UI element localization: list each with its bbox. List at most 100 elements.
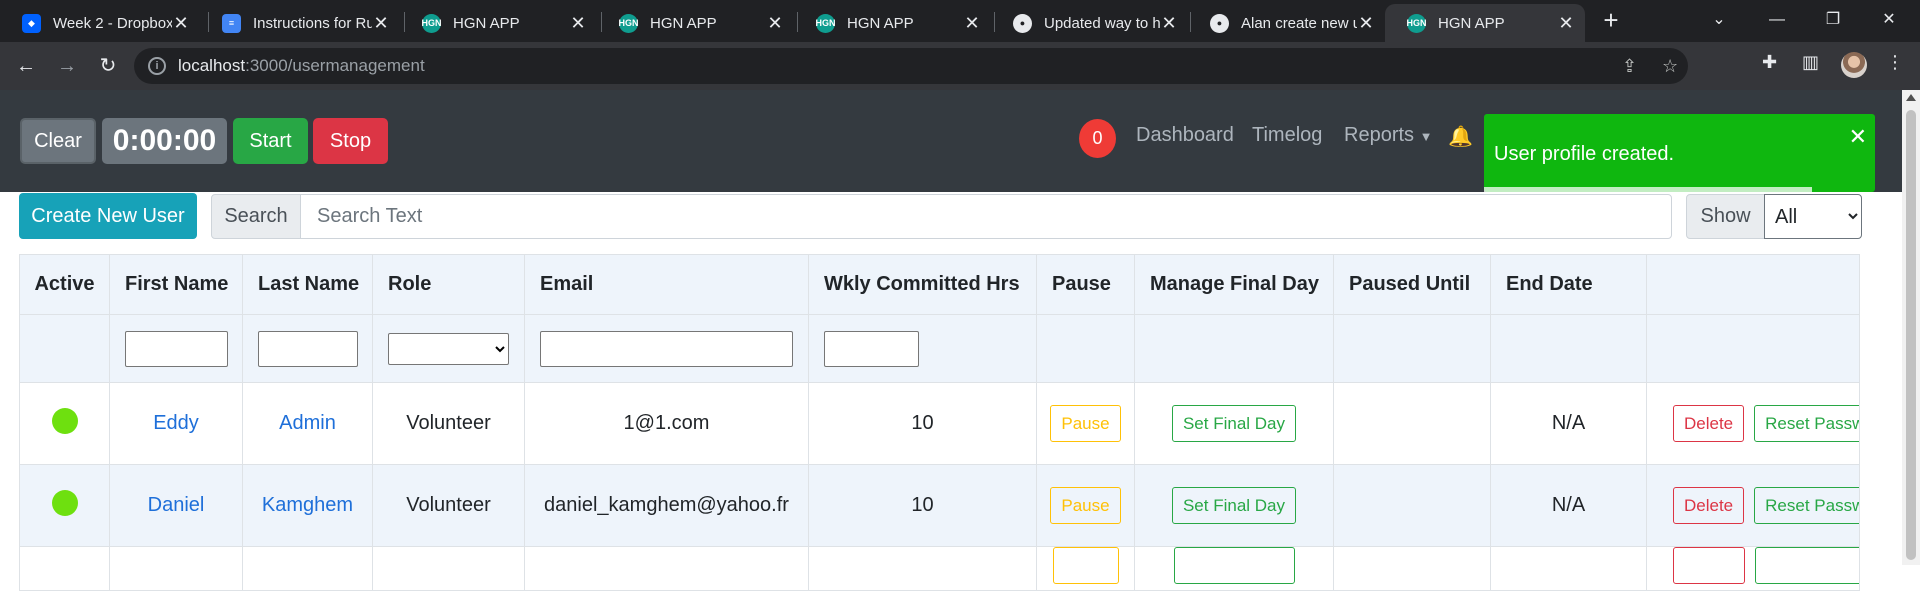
hgn-icon: HGN [422, 13, 442, 33]
end-date-cell: N/A [1490, 382, 1647, 465]
col-email[interactable]: Email [524, 254, 809, 315]
close-icon[interactable]: ✕ [372, 13, 390, 34]
tab-hgn-active[interactable]: HGN HGN APP ✕ [1385, 4, 1585, 42]
col-first-name[interactable]: First Name [109, 254, 243, 315]
site-info-icon[interactable]: i [148, 57, 166, 75]
delete-button[interactable]: Delete [1673, 487, 1745, 524]
toast-progress-bar [1484, 187, 1813, 192]
toast-notification: User profile created. ✕ [1484, 114, 1875, 192]
browser-toolbar: ← → ↻ i localhost:3000/usermanagement ⇪ … [0, 42, 1920, 90]
pause-button[interactable]: Pause [1050, 487, 1121, 524]
col-paused-until: Paused Until [1333, 254, 1491, 315]
tab-hgn-1[interactable]: HGN HGN APP ✕ [400, 4, 597, 42]
col-weekly-hours[interactable]: Wkly Committed Hrs [808, 254, 1037, 315]
tab-title: HGN APP [847, 14, 914, 32]
side-panel-icon[interactable]: ▥ [1802, 52, 1819, 73]
first-name-link[interactable]: Eddy [153, 412, 199, 434]
close-icon[interactable]: ✕ [1160, 13, 1178, 34]
email-cell: 1@1.com [524, 382, 809, 465]
email-cell: daniel_kamghem@yahoo.fr [524, 464, 809, 547]
back-icon[interactable]: ← [14, 54, 38, 78]
toast-message: User profile created. [1494, 143, 1675, 165]
scroll-up-icon[interactable] [1906, 94, 1916, 101]
delete-button[interactable]: Delete [1673, 405, 1745, 442]
col-manage-final-day: Manage Final Day [1134, 254, 1334, 315]
last-name-link[interactable]: Kamghem [262, 494, 353, 516]
set-final-day-button[interactable]: Set Final Day [1171, 487, 1297, 524]
pause-button[interactable]: Pause [1050, 405, 1121, 442]
hours-filter[interactable] [824, 330, 919, 367]
bell-icon[interactable]: 🔔 [1448, 124, 1473, 148]
address-bar[interactable]: i localhost:3000/usermanagement ⇪ ☆ [134, 48, 1688, 84]
first-name-link[interactable]: Daniel [148, 494, 205, 516]
extensions-icon[interactable]: ✚ [1762, 52, 1777, 73]
window-close-icon[interactable]: ✕ [1874, 8, 1904, 32]
clear-button[interactable]: Clear [20, 118, 96, 164]
reset-password-button[interactable]: Reset Password [1754, 405, 1859, 442]
bookmark-star-icon[interactable]: ☆ [1662, 56, 1678, 77]
tab-search-icon[interactable]: ⌄ [1704, 8, 1734, 32]
tab-title: HGN APP [650, 14, 717, 32]
show-filter-select[interactable]: All [1764, 194, 1862, 239]
role-filter[interactable] [388, 332, 509, 365]
nav-dashboard[interactable]: Dashboard [1136, 124, 1234, 147]
table-header-row: Active First Name Last Name Role Email W… [19, 254, 1860, 315]
reset-password-button[interactable] [1755, 547, 1859, 584]
set-final-day-button[interactable] [1173, 547, 1295, 584]
tab-title: Alan create new u [1241, 14, 1357, 32]
user-table: Active First Name Last Name Role Email W… [19, 254, 1860, 591]
start-button[interactable]: Start [233, 118, 308, 164]
close-icon[interactable]: ✕ [766, 13, 784, 34]
google-docs-icon: ≡ [222, 13, 241, 33]
new-tab-button[interactable]: + [1598, 7, 1624, 34]
minimize-icon[interactable]: — [1762, 8, 1792, 32]
col-pause: Pause [1036, 254, 1135, 315]
chrome-menu-icon[interactable]: ⋮ [1886, 52, 1904, 73]
share-icon[interactable]: ⇪ [1622, 56, 1637, 77]
nav-reports[interactable]: Reports ▼ [1344, 124, 1432, 147]
page-scrollbar[interactable] [1902, 90, 1920, 565]
hours-cell: 10 [808, 464, 1037, 547]
close-icon[interactable]: ✕ [1357, 13, 1375, 34]
tab-instructions[interactable]: ≡ Instructions for Ru ✕ [200, 4, 400, 42]
close-icon[interactable]: ✕ [172, 13, 190, 34]
email-filter[interactable] [540, 330, 793, 367]
hgn-icon: HGN [619, 13, 639, 33]
tab-title: Updated way to h [1044, 14, 1160, 32]
forward-icon[interactable]: → [55, 54, 79, 78]
create-new-user-button[interactable]: Create New User [19, 193, 197, 239]
role-cell: Volunteer [372, 382, 525, 465]
reload-icon[interactable]: ↻ [96, 54, 120, 78]
tab-hgn-2[interactable]: HGN HGN APP ✕ [597, 4, 794, 42]
notification-count-badge[interactable]: 0 [1079, 119, 1116, 158]
active-status-indicator[interactable] [51, 489, 78, 516]
tab-github-2[interactable]: ● Alan create new u ✕ [1188, 4, 1385, 42]
tab-github-1[interactable]: ● Updated way to h ✕ [991, 4, 1188, 42]
tab-hgn-3[interactable]: HGN HGN APP ✕ [794, 4, 991, 42]
pause-button[interactable] [1052, 547, 1119, 584]
close-icon[interactable]: ✕ [1849, 124, 1867, 150]
col-role[interactable]: Role [372, 254, 525, 315]
tab-title: Week 2 - Dropbox [53, 14, 172, 32]
nav-timelog[interactable]: Timelog [1252, 124, 1322, 147]
delete-button[interactable] [1673, 547, 1745, 584]
table-row: Daniel Kamghem Volunteer daniel_kamghem@… [19, 464, 1860, 547]
stop-button[interactable]: Stop [313, 118, 388, 164]
close-icon[interactable]: ✕ [569, 13, 587, 34]
tab-dropbox[interactable]: ◆ Week 2 - Dropbox ✕ [0, 4, 200, 42]
last-name-filter[interactable] [258, 330, 358, 367]
col-last-name[interactable]: Last Name [242, 254, 373, 315]
search-input[interactable] [300, 194, 1672, 239]
reset-password-button[interactable]: Reset Password [1754, 487, 1859, 524]
first-name-filter[interactable] [125, 330, 228, 367]
table-row: Eddy Admin Volunteer 1@1.com 10 Pause Se… [19, 382, 1860, 465]
profile-avatar[interactable] [1841, 52, 1867, 78]
close-icon[interactable]: ✕ [963, 13, 981, 34]
restore-icon[interactable]: ❐ [1818, 8, 1848, 32]
last-name-link[interactable]: Admin [279, 412, 336, 434]
active-status-indicator[interactable] [51, 407, 78, 434]
close-icon[interactable]: ✕ [1557, 13, 1575, 34]
scrollbar-thumb[interactable] [1906, 110, 1916, 560]
role-cell: Volunteer [372, 464, 525, 547]
set-final-day-button[interactable]: Set Final Day [1171, 405, 1297, 442]
